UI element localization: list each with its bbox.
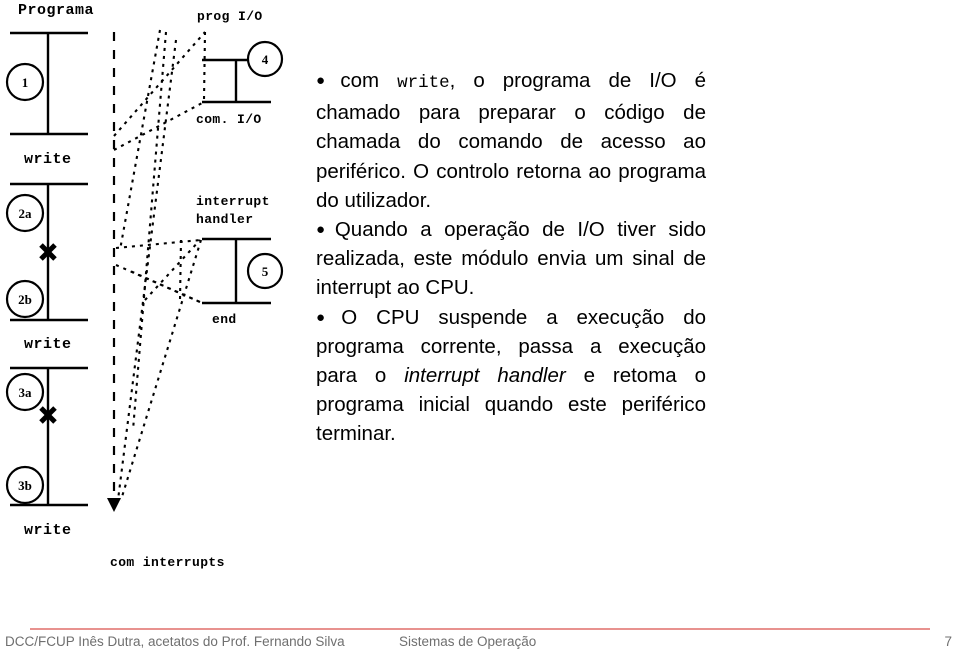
segment-label-2a: 2a bbox=[19, 206, 33, 221]
control-flow-connectors bbox=[113, 29, 207, 501]
separator-write-1: write bbox=[24, 151, 72, 168]
program-block-1: 1 bbox=[5, 31, 88, 136]
segment-label-3b: 3b bbox=[18, 478, 32, 493]
com-io-footer: com. I/O bbox=[196, 112, 262, 127]
bullet-3-italic-interrupt-handler: interrupt handler bbox=[404, 364, 566, 388]
bullet-1-text-part1: com bbox=[340, 69, 398, 92]
prog-io-step-number: 4 bbox=[262, 52, 269, 67]
bullet-1-code-write: write bbox=[397, 73, 450, 93]
separator-write-3: write bbox=[24, 522, 72, 539]
bullet-paragraph-2: ● Quando a operação de I/O tiver sido rea… bbox=[316, 215, 706, 303]
timeline-label: com interrupts bbox=[110, 555, 225, 570]
bullet-icon-2: ● bbox=[316, 221, 332, 239]
diagram-left-header: Programa bbox=[18, 2, 94, 19]
bullet-paragraph-3: ● O CPU suspende a execução do programa c… bbox=[316, 303, 706, 449]
interrupt-handler-header-line2: handler bbox=[196, 212, 253, 227]
io-interrupt-diagram: Programa 1 write 2a 2b write 3a 3b write… bbox=[0, 0, 310, 600]
interrupt-handler-header-line1: interrupt bbox=[196, 194, 270, 209]
footer-page-number: 7 bbox=[944, 634, 952, 649]
footer-divider bbox=[30, 628, 930, 630]
interrupt-handler-block: 5 bbox=[202, 237, 284, 305]
prog-io-header: prog I/O bbox=[197, 9, 263, 24]
bullet-paragraph-1: ● com write, o programa de I/O é chamado … bbox=[316, 66, 706, 215]
bullet-2-text: Quando a operação de I/O tiver sido real… bbox=[316, 218, 707, 300]
segment-label-2b: 2b bbox=[18, 292, 32, 307]
segment-label-3a: 3a bbox=[19, 385, 33, 400]
slide-body-text: ● com write, o programa de I/O é chamado … bbox=[316, 66, 706, 449]
interrupt-handler-step-number: 5 bbox=[262, 264, 269, 279]
bullet-icon-1: ● bbox=[316, 72, 338, 89]
segment-label-1: 1 bbox=[22, 75, 29, 90]
program-block-2: 2a 2b bbox=[5, 182, 88, 322]
program-block-3: 3a 3b bbox=[5, 366, 88, 507]
prog-io-block: 4 bbox=[202, 40, 284, 104]
slide-footer: DCC/FCUP Inês Dutra, acetatos do Prof. F… bbox=[0, 632, 960, 654]
separator-write-2: write bbox=[24, 336, 72, 353]
footer-author: DCC/FCUP Inês Dutra, acetatos do Prof. F… bbox=[5, 634, 345, 649]
end-footer: end bbox=[212, 312, 237, 327]
interrupt-timeline-axis bbox=[107, 32, 121, 512]
footer-course-title: Sistemas de Operação bbox=[399, 634, 537, 649]
bullet-icon-3: ● bbox=[316, 308, 339, 326]
